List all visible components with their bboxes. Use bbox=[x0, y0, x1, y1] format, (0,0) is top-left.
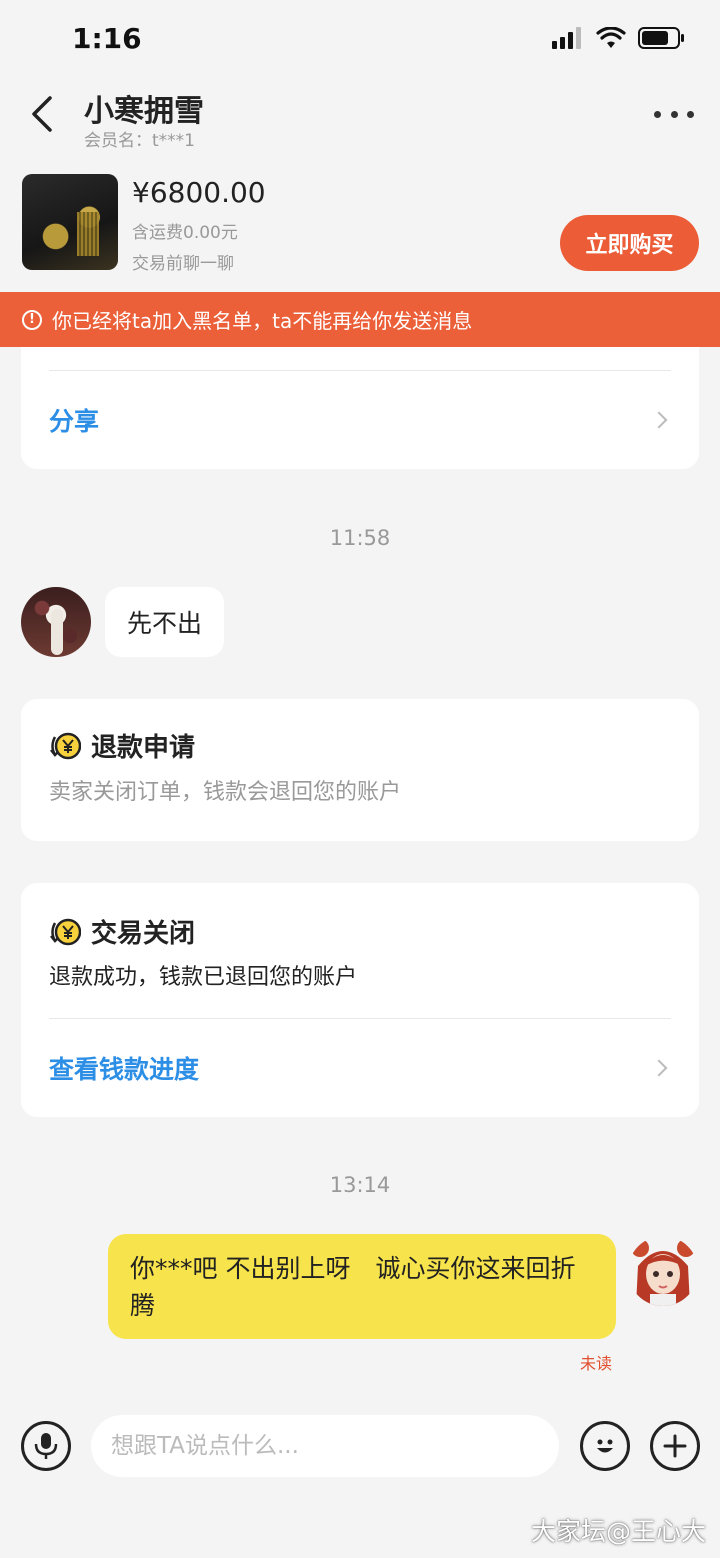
refund-card-title: 退款申请 bbox=[91, 733, 196, 763]
refund-progress-label: 查看钱款进度 bbox=[49, 1055, 200, 1084]
status-icons bbox=[552, 26, 686, 50]
more-actions-button[interactable] bbox=[650, 1421, 700, 1471]
view-refund-progress-link[interactable]: 查看钱款进度 bbox=[49, 1048, 671, 1088]
chevron-right-icon bbox=[650, 411, 668, 429]
product-price: ¥6800.00 bbox=[132, 176, 266, 209]
battery-icon bbox=[638, 27, 684, 49]
refund-card-desc: 卖家关闭订单，钱款会退回您的账户 bbox=[49, 780, 402, 805]
refund-request-card[interactable]: 退款申请 卖家关闭订单，钱款会退回您的账户 bbox=[21, 699, 699, 841]
more-options-button[interactable] bbox=[654, 102, 694, 126]
blacklist-text: 你已经将ta加入黑名单，ta不能再给你发送消息 bbox=[52, 309, 473, 333]
my-avatar[interactable] bbox=[628, 1236, 698, 1306]
contact-name: 小寒拥雪 bbox=[84, 94, 204, 129]
microphone-icon bbox=[34, 1433, 58, 1459]
unread-status: 未读 bbox=[580, 1354, 613, 1373]
pre-trade-note: 交易前聊一聊 bbox=[132, 254, 234, 274]
share-card: 分享 bbox=[21, 347, 699, 469]
received-message[interactable]: 先不出 bbox=[105, 587, 225, 657]
closed-card-desc: 退款成功，钱款已退回您的账户 bbox=[49, 965, 358, 990]
chevron-right-icon bbox=[650, 1059, 668, 1077]
more-dot bbox=[654, 110, 661, 118]
message-timestamp: 13:14 bbox=[329, 1173, 391, 1197]
status-bar: 1:16 bbox=[0, 0, 720, 80]
blacklist-banner: ! 你已经将ta加入黑名单，ta不能再给你发送消息 bbox=[0, 292, 720, 347]
member-name: 会员名：t***1 bbox=[84, 131, 195, 151]
watermark: 大家坛@王心大 bbox=[530, 1517, 706, 1546]
trade-closed-card: 交易关闭 退款成功，钱款已退回您的账户 查看钱款进度 bbox=[21, 883, 699, 1117]
divider bbox=[49, 1018, 671, 1019]
emoji-button[interactable] bbox=[580, 1421, 630, 1471]
product-bar: ¥6800.00 含运费0.00元 交易前聊一聊 立即购买 bbox=[0, 164, 720, 292]
closed-card-title: 交易关闭 bbox=[91, 919, 196, 949]
status-time: 1:16 bbox=[72, 22, 142, 55]
back-button[interactable] bbox=[22, 94, 62, 134]
voice-button[interactable] bbox=[21, 1421, 71, 1471]
closed-card-header: 交易关闭 bbox=[49, 913, 195, 950]
chevron-left-icon bbox=[32, 96, 52, 132]
sent-message[interactable]: 你***吧 不出别上呀 诚心买你这来回折腾 bbox=[108, 1234, 616, 1339]
more-dot bbox=[687, 110, 694, 118]
divider bbox=[49, 370, 671, 371]
share-link-label: 分享 bbox=[49, 407, 100, 436]
plus-icon bbox=[663, 1434, 687, 1458]
input-bar bbox=[0, 1400, 720, 1500]
chat-header: 小寒拥雪 会员名：t***1 bbox=[0, 80, 720, 164]
product-thumbnail[interactable] bbox=[22, 174, 118, 270]
more-dot bbox=[670, 110, 678, 118]
signal-icon bbox=[552, 27, 581, 49]
contact-avatar[interactable] bbox=[21, 587, 91, 657]
yen-icon bbox=[49, 916, 81, 948]
buy-now-button[interactable]: 立即购买 bbox=[560, 215, 699, 271]
message-timestamp: 11:58 bbox=[329, 526, 391, 550]
refund-card-header: 退款申请 bbox=[49, 727, 195, 764]
wifi-icon bbox=[596, 27, 626, 48]
yen-icon bbox=[49, 730, 81, 762]
message-input[interactable] bbox=[91, 1415, 559, 1477]
share-link[interactable]: 分享 bbox=[49, 400, 671, 440]
shipping-fee: 含运费0.00元 bbox=[132, 223, 238, 243]
smiley-icon bbox=[597, 1439, 613, 1453]
exclamation-icon: ! bbox=[22, 309, 42, 330]
